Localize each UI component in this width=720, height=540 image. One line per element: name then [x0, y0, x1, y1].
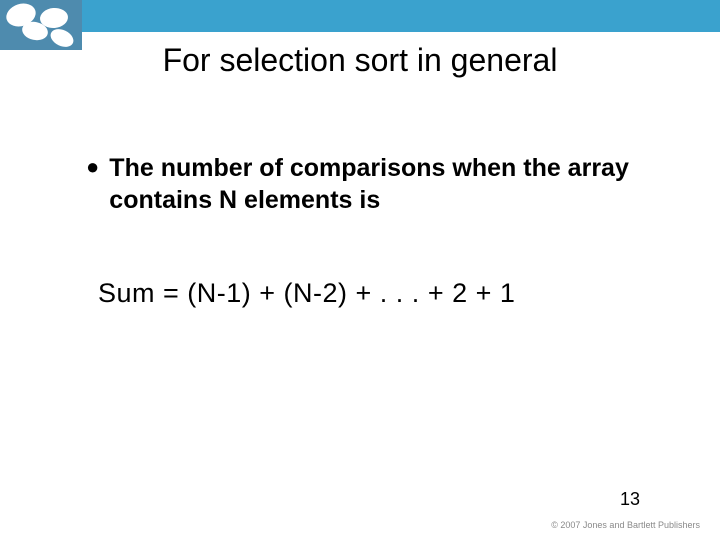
slide: For selection sort in general ● The numb…: [0, 0, 720, 540]
bullet-item: ● The number of comparisons when the arr…: [86, 152, 660, 216]
petal-icon: [39, 7, 69, 29]
header-bar: [0, 0, 720, 32]
bullet-text: The number of comparisons when the array…: [109, 152, 660, 216]
page-number: 13: [620, 489, 640, 510]
copyright-watermark: © 2007 Jones and Bartlett Publishers: [551, 520, 700, 530]
formula-text: Sum = (N-1) + (N-2) + . . . + 2 + 1: [98, 278, 515, 309]
bullet-dot-icon: ●: [86, 152, 99, 182]
page-title: For selection sort in general: [0, 42, 720, 79]
